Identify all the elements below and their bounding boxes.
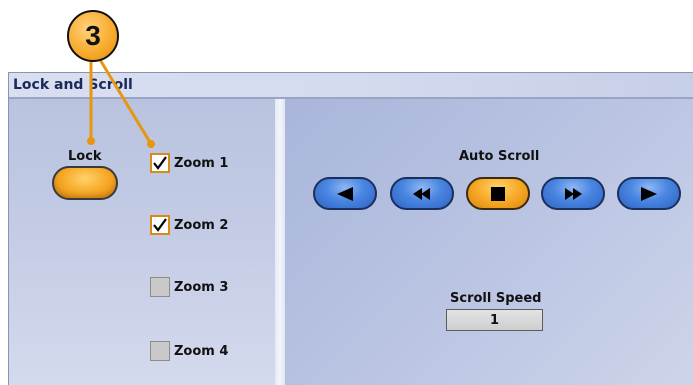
checkmark-icon: [153, 156, 167, 170]
right-section: [285, 99, 693, 385]
zoom-2-label: Zoom 2: [174, 217, 229, 233]
play-right-icon: [641, 186, 657, 201]
zoom-2-row[interactable]: Zoom 2: [150, 215, 228, 235]
section-divider: [275, 99, 285, 385]
fast-rewind-icon: [413, 187, 430, 200]
zoom-3-row[interactable]: Zoom 3: [150, 277, 228, 297]
lock-label: Lock: [68, 149, 102, 164]
scroll-speed-field[interactable]: 1: [446, 309, 543, 331]
callout-number: 3: [67, 10, 119, 62]
stop-icon: [491, 186, 505, 201]
fast-forward-button[interactable]: [541, 177, 605, 210]
zoom-3-checkbox[interactable]: [150, 277, 170, 297]
zoom-4-checkbox[interactable]: [150, 341, 170, 361]
zoom-1-label: Zoom 1: [174, 155, 229, 171]
stop-button[interactable]: [466, 177, 530, 210]
scroll-speed-label: Scroll Speed: [450, 291, 542, 306]
zoom-4-label: Zoom 4: [174, 343, 229, 359]
zoom-4-row[interactable]: Zoom 4: [150, 341, 228, 361]
fast-rewind-button[interactable]: [390, 177, 454, 210]
left-section: [9, 99, 275, 385]
play-left-icon: [337, 186, 353, 201]
panel-title: Lock and Scroll: [13, 77, 133, 93]
checkmark-icon: [153, 218, 167, 232]
zoom-2-checkbox[interactable]: [150, 215, 170, 235]
zoom-1-row[interactable]: Zoom 1: [150, 153, 228, 173]
scroll-right-button[interactable]: [617, 177, 681, 210]
scroll-left-button[interactable]: [313, 177, 377, 210]
fast-forward-icon: [565, 187, 582, 200]
auto-scroll-label: Auto Scroll: [459, 149, 540, 164]
zoom-3-label: Zoom 3: [174, 279, 229, 295]
zoom-1-checkbox[interactable]: [150, 153, 170, 173]
lock-button[interactable]: [52, 166, 118, 200]
